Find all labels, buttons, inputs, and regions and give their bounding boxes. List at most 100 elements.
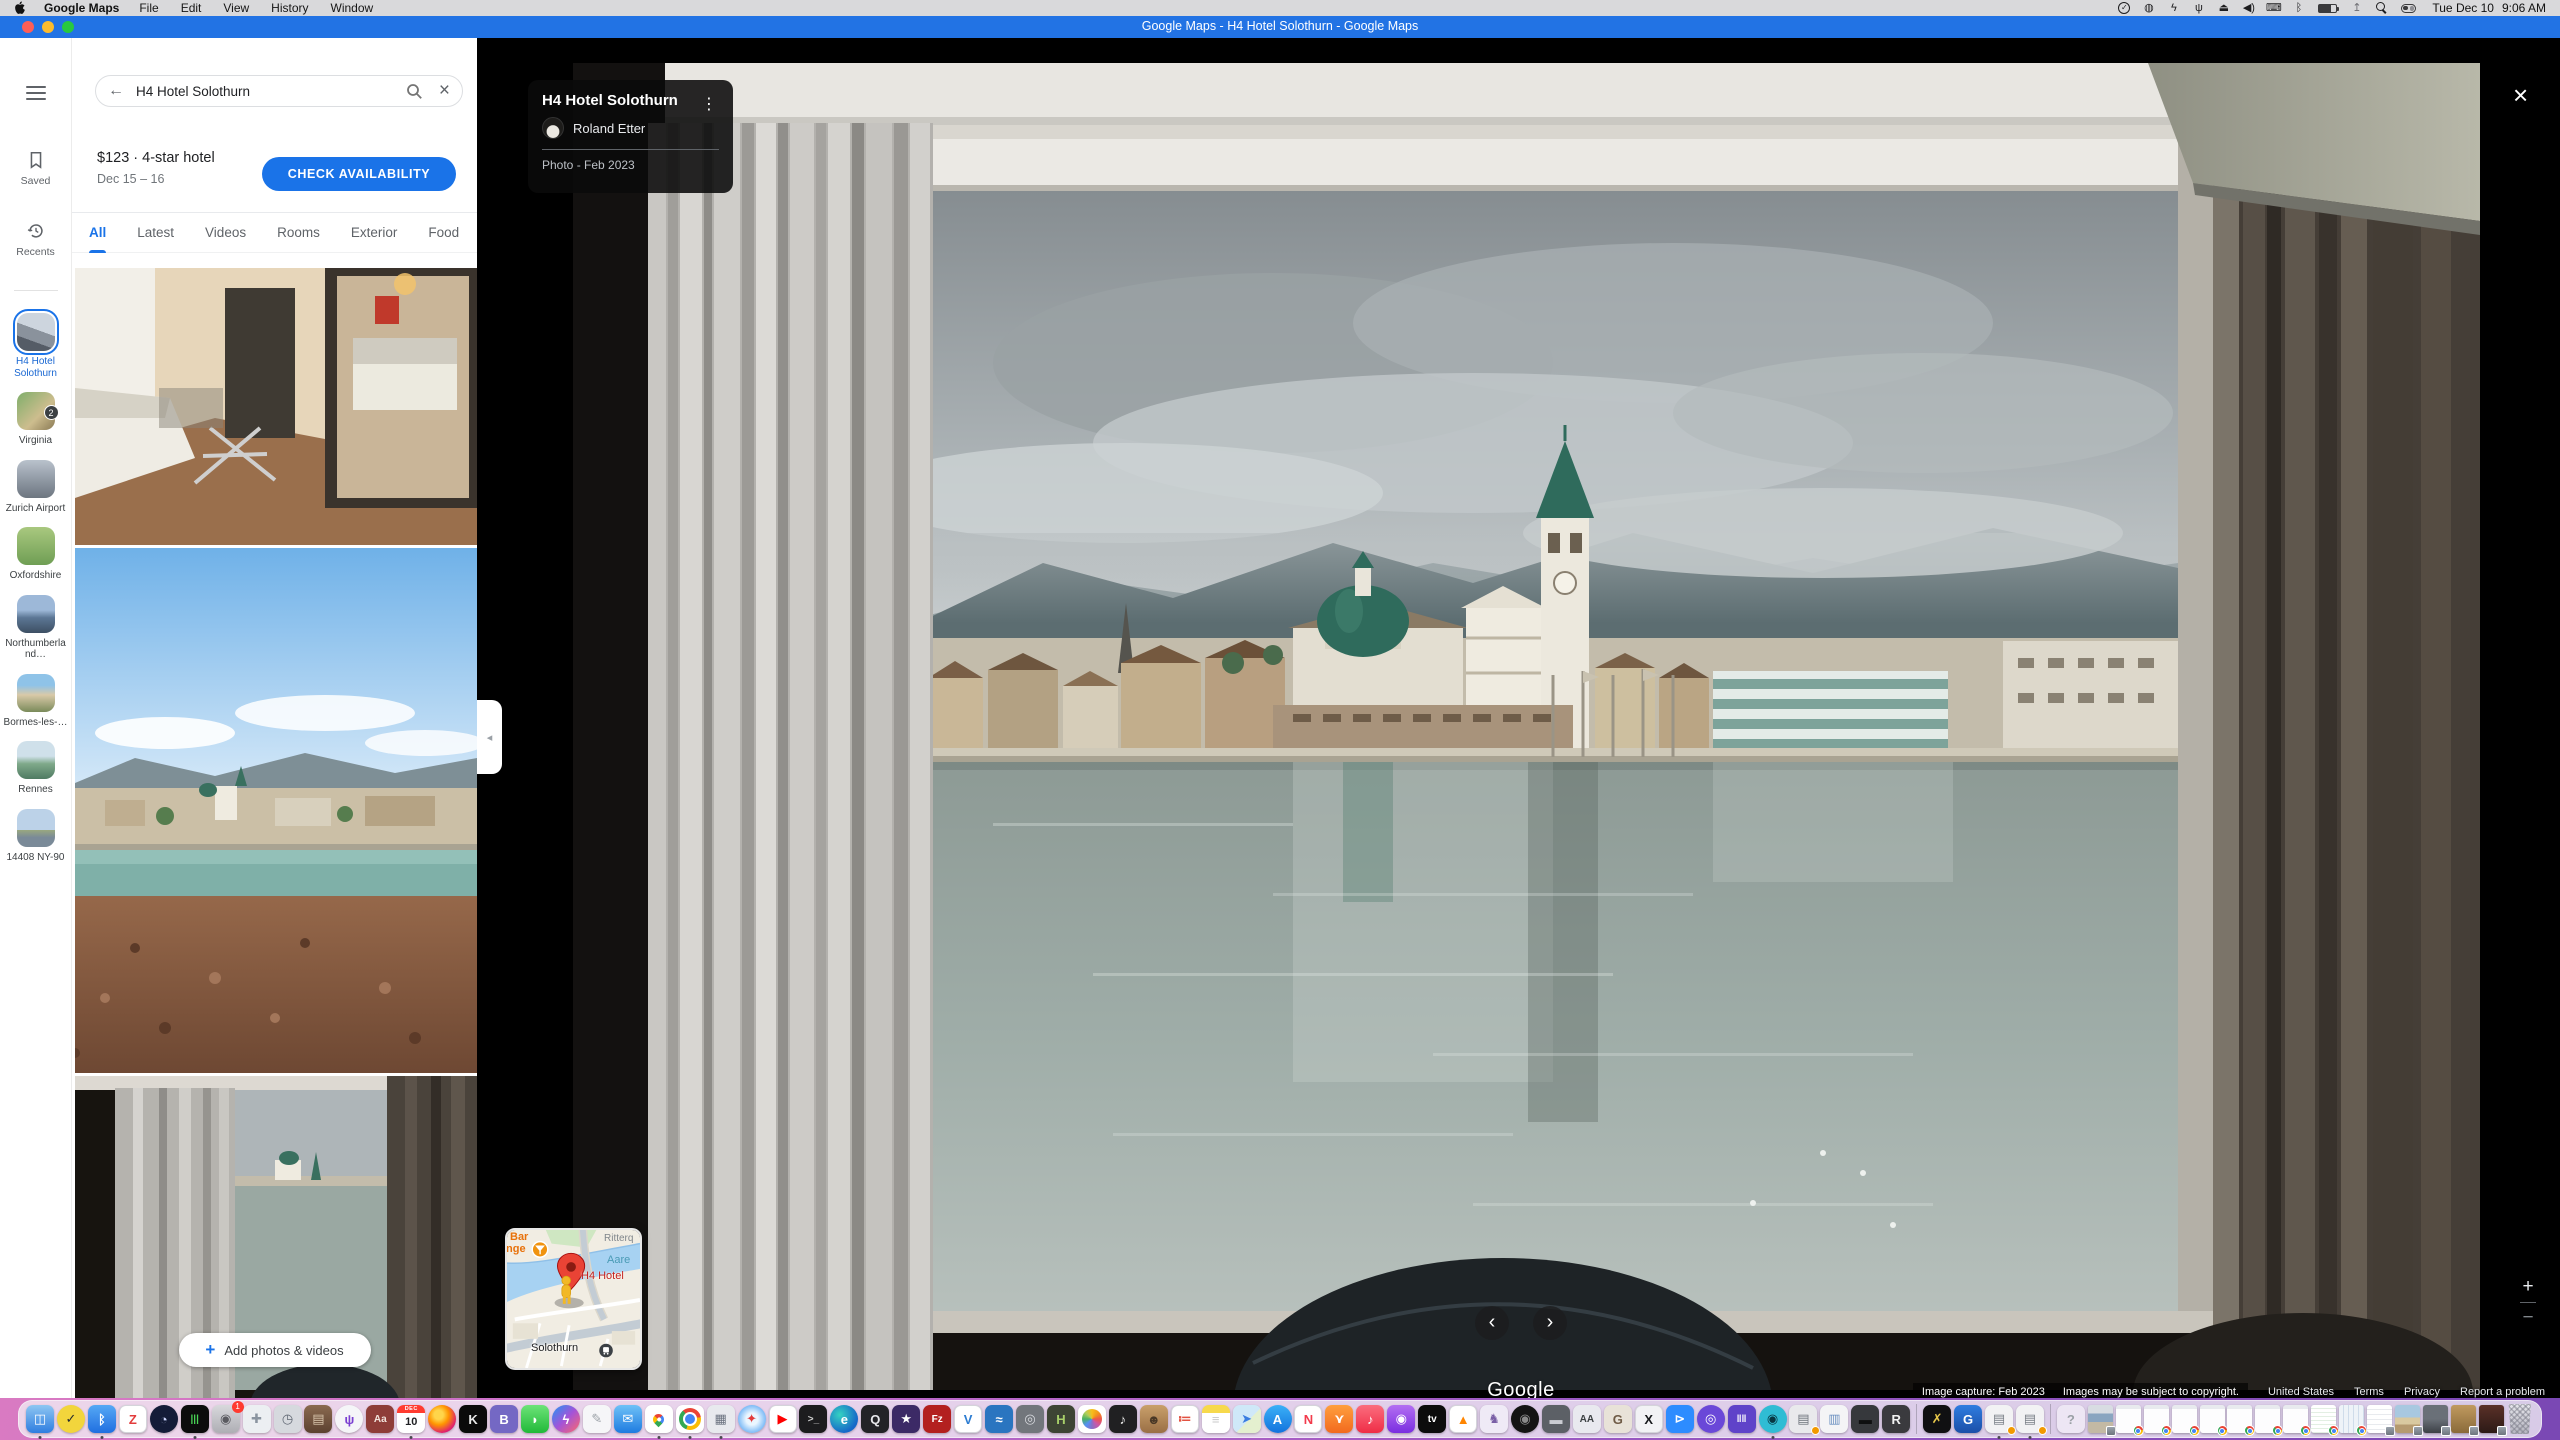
- dock-chrome-window-4[interactable]: [2200, 1405, 2225, 1433]
- dock-v-app-icon[interactable]: V: [954, 1405, 982, 1433]
- footer-link-privacy[interactable]: Privacy: [2404, 1386, 2440, 1398]
- dock-news-icon[interactable]: N: [1294, 1405, 1322, 1433]
- dock-photo-frame[interactable]: [2451, 1405, 2476, 1433]
- dock-volume-dial-icon[interactable]: ◉1: [212, 1405, 240, 1433]
- status-checkmark-circle-icon[interactable]: ✓: [2118, 2, 2130, 14]
- dock-disk-utility-icon[interactable]: ◷: [274, 1405, 302, 1433]
- dock-bluetooth-utility-icon[interactable]: ᛒ: [88, 1405, 116, 1433]
- dock-terminal-icon[interactable]: >_: [799, 1405, 827, 1433]
- fullscreen-window-button[interactable]: [62, 21, 74, 33]
- dock-camo-webcam-icon[interactable]: ◉: [1759, 1405, 1787, 1433]
- dock-audio-hijack-icon[interactable]: ‖‖: [1728, 1405, 1756, 1433]
- status-bluetooth-icon[interactable]: ᛒ: [2288, 1, 2309, 15]
- rail-place-bormes-les[interactable]: Bormes-les-…: [4, 674, 68, 729]
- dock-chrome-window-6[interactable]: [2255, 1405, 2280, 1433]
- rail-place-zurich-airport[interactable]: Zurich Airport: [4, 460, 68, 515]
- dock-apple-tv-icon[interactable]: tv: [1418, 1405, 1446, 1433]
- dock-printer-2-icon[interactable]: ▤: [1985, 1405, 2013, 1433]
- dock-sheet-window-1[interactable]: [2311, 1405, 2336, 1433]
- dock-vlc-icon[interactable]: ▲: [1449, 1405, 1477, 1433]
- dock-xquartz-icon[interactable]: X: [1635, 1405, 1663, 1433]
- rail-place-14408-ny-90[interactable]: 14408 NY-90: [4, 809, 68, 864]
- zoom-out-button[interactable]: −: [2522, 1309, 2533, 1327]
- rail-place-virginia[interactable]: 2Virginia: [4, 392, 68, 447]
- more-options-icon[interactable]: ⋮: [695, 92, 723, 116]
- tab-exterior[interactable]: Exterior: [351, 213, 398, 253]
- dock-apple-maps-icon[interactable]: ➤: [1233, 1405, 1261, 1433]
- menu-history[interactable]: History: [271, 1, 308, 15]
- status-audio-app-icon[interactable]: ◍: [2138, 1, 2159, 15]
- rail-place-oxfordshire[interactable]: Oxfordshire: [4, 527, 68, 582]
- menubar-app-name[interactable]: Google Maps: [44, 1, 119, 15]
- dock-gimp-icon[interactable]: G: [1604, 1405, 1632, 1433]
- dock-openoffice-icon[interactable]: ≈: [985, 1405, 1013, 1433]
- dock-filezilla-icon[interactable]: Fz: [923, 1405, 951, 1433]
- minimize-window-button[interactable]: [42, 21, 54, 33]
- rail-place-northumberland[interactable]: Northumberland…: [4, 595, 68, 661]
- dock-loopback-icon[interactable]: ◎: [1697, 1405, 1725, 1433]
- status-battery-icon[interactable]: [2318, 4, 2337, 13]
- dock-edge-icon[interactable]: e: [830, 1405, 858, 1433]
- zoom-in-button[interactable]: +: [2522, 1278, 2533, 1296]
- dock-copier-icon[interactable]: ▥: [1820, 1405, 1848, 1433]
- dock-kindle-icon[interactable]: K: [459, 1405, 487, 1433]
- collapse-panel-handle[interactable]: ◂: [477, 700, 502, 774]
- menu-file[interactable]: File: [139, 1, 158, 15]
- dock-firefox-icon[interactable]: [428, 1405, 456, 1433]
- author-avatar[interactable]: [542, 117, 564, 139]
- author-name[interactable]: Roland Etter: [573, 121, 645, 136]
- dock-printer-3-icon[interactable]: ▤: [2016, 1405, 2044, 1433]
- back-arrow-icon[interactable]: ←: [108, 82, 124, 100]
- dock-chrome-window-1[interactable]: [2116, 1405, 2141, 1433]
- dock-chrome-icon[interactable]: [676, 1405, 704, 1433]
- dock-leather-app-icon[interactable]: ▤: [304, 1405, 332, 1433]
- dock-image-capture-icon[interactable]: ▦: [707, 1405, 735, 1433]
- dock-app-store-icon[interactable]: A: [1264, 1405, 1292, 1433]
- menu-view[interactable]: View: [223, 1, 249, 15]
- dock-music-icon[interactable]: ♪: [1356, 1405, 1384, 1433]
- dock-podcasts-icon[interactable]: ◉: [1387, 1405, 1415, 1433]
- dock-disc-burner-icon[interactable]: ◎: [1016, 1405, 1044, 1433]
- search-icon[interactable]: [406, 83, 423, 100]
- dock-photos-icon[interactable]: [1078, 1405, 1106, 1433]
- footer-link-report-a-problem[interactable]: Report a problem: [2460, 1386, 2545, 1398]
- dock-font-book-icon[interactable]: AA: [1573, 1405, 1601, 1433]
- dock-printer-alert-icon[interactable]: ▤: [1789, 1405, 1817, 1433]
- menu-edit[interactable]: Edit: [181, 1, 202, 15]
- photo-thumbnail-town-view[interactable]: [75, 548, 477, 1073]
- apple-menu-icon[interactable]: [14, 1, 26, 15]
- status-wireless-icon[interactable]: ↥: [2346, 1, 2367, 15]
- dock-safari-icon[interactable]: ✦: [738, 1405, 766, 1433]
- dock-quicktime-icon[interactable]: Q: [861, 1405, 889, 1433]
- dock-finder-icon[interactable]: ◫: [26, 1405, 54, 1433]
- tab-food[interactable]: Food: [428, 213, 459, 253]
- dock-dictionary-icon[interactable]: Aa: [366, 1405, 394, 1433]
- tab-videos[interactable]: Videos: [205, 213, 246, 253]
- close-window-button[interactable]: [22, 21, 34, 33]
- dock-passwords-icon[interactable]: ✗: [1923, 1405, 1951, 1433]
- dock-chrome-window-3[interactable]: [2172, 1405, 2197, 1433]
- dock-messages-icon[interactable]: ◗: [521, 1405, 549, 1433]
- dock-youtube-icon[interactable]: ▶: [769, 1405, 797, 1433]
- rail-place-rennes[interactable]: Rennes: [4, 741, 68, 796]
- mini-map[interactable]: Bar nge Ritterq Aare H4 Hotel Solothurn: [505, 1228, 642, 1370]
- status-input-source-icon[interactable]: ⌨: [2263, 1, 2284, 15]
- check-availability-button[interactable]: CHECK AVAILABILITY: [262, 157, 456, 191]
- dock-chrome-window-5[interactable]: [2227, 1405, 2252, 1433]
- dock-usb-utility-icon[interactable]: ψ: [335, 1405, 363, 1433]
- tab-rooms[interactable]: Rooms: [277, 213, 320, 253]
- footer-link-united-states[interactable]: United States: [2268, 1386, 2334, 1398]
- trash-icon[interactable]: [2507, 1404, 2533, 1434]
- dock-chrome-window-2[interactable]: [2144, 1405, 2169, 1433]
- dock-sheet-window-2[interactable]: [2339, 1405, 2364, 1433]
- previous-photo-button[interactable]: ‹: [1475, 1306, 1509, 1340]
- dock-zinio-icon[interactable]: Z: [119, 1405, 147, 1433]
- dock-speed-gauge-icon[interactable]: ◔: [150, 1405, 178, 1433]
- dock-audio-meter-icon[interactable]: |||: [181, 1405, 209, 1433]
- footer-link-terms[interactable]: Terms: [2354, 1386, 2384, 1398]
- dock-contacts-icon[interactable]: ☻: [1140, 1405, 1168, 1433]
- status-spotlight-icon[interactable]: [2376, 2, 2388, 14]
- menu-hamburger-icon[interactable]: [26, 86, 46, 100]
- dock-diagnostics-icon[interactable]: ✚: [243, 1405, 271, 1433]
- dock-photo-people[interactable]: [2423, 1405, 2448, 1433]
